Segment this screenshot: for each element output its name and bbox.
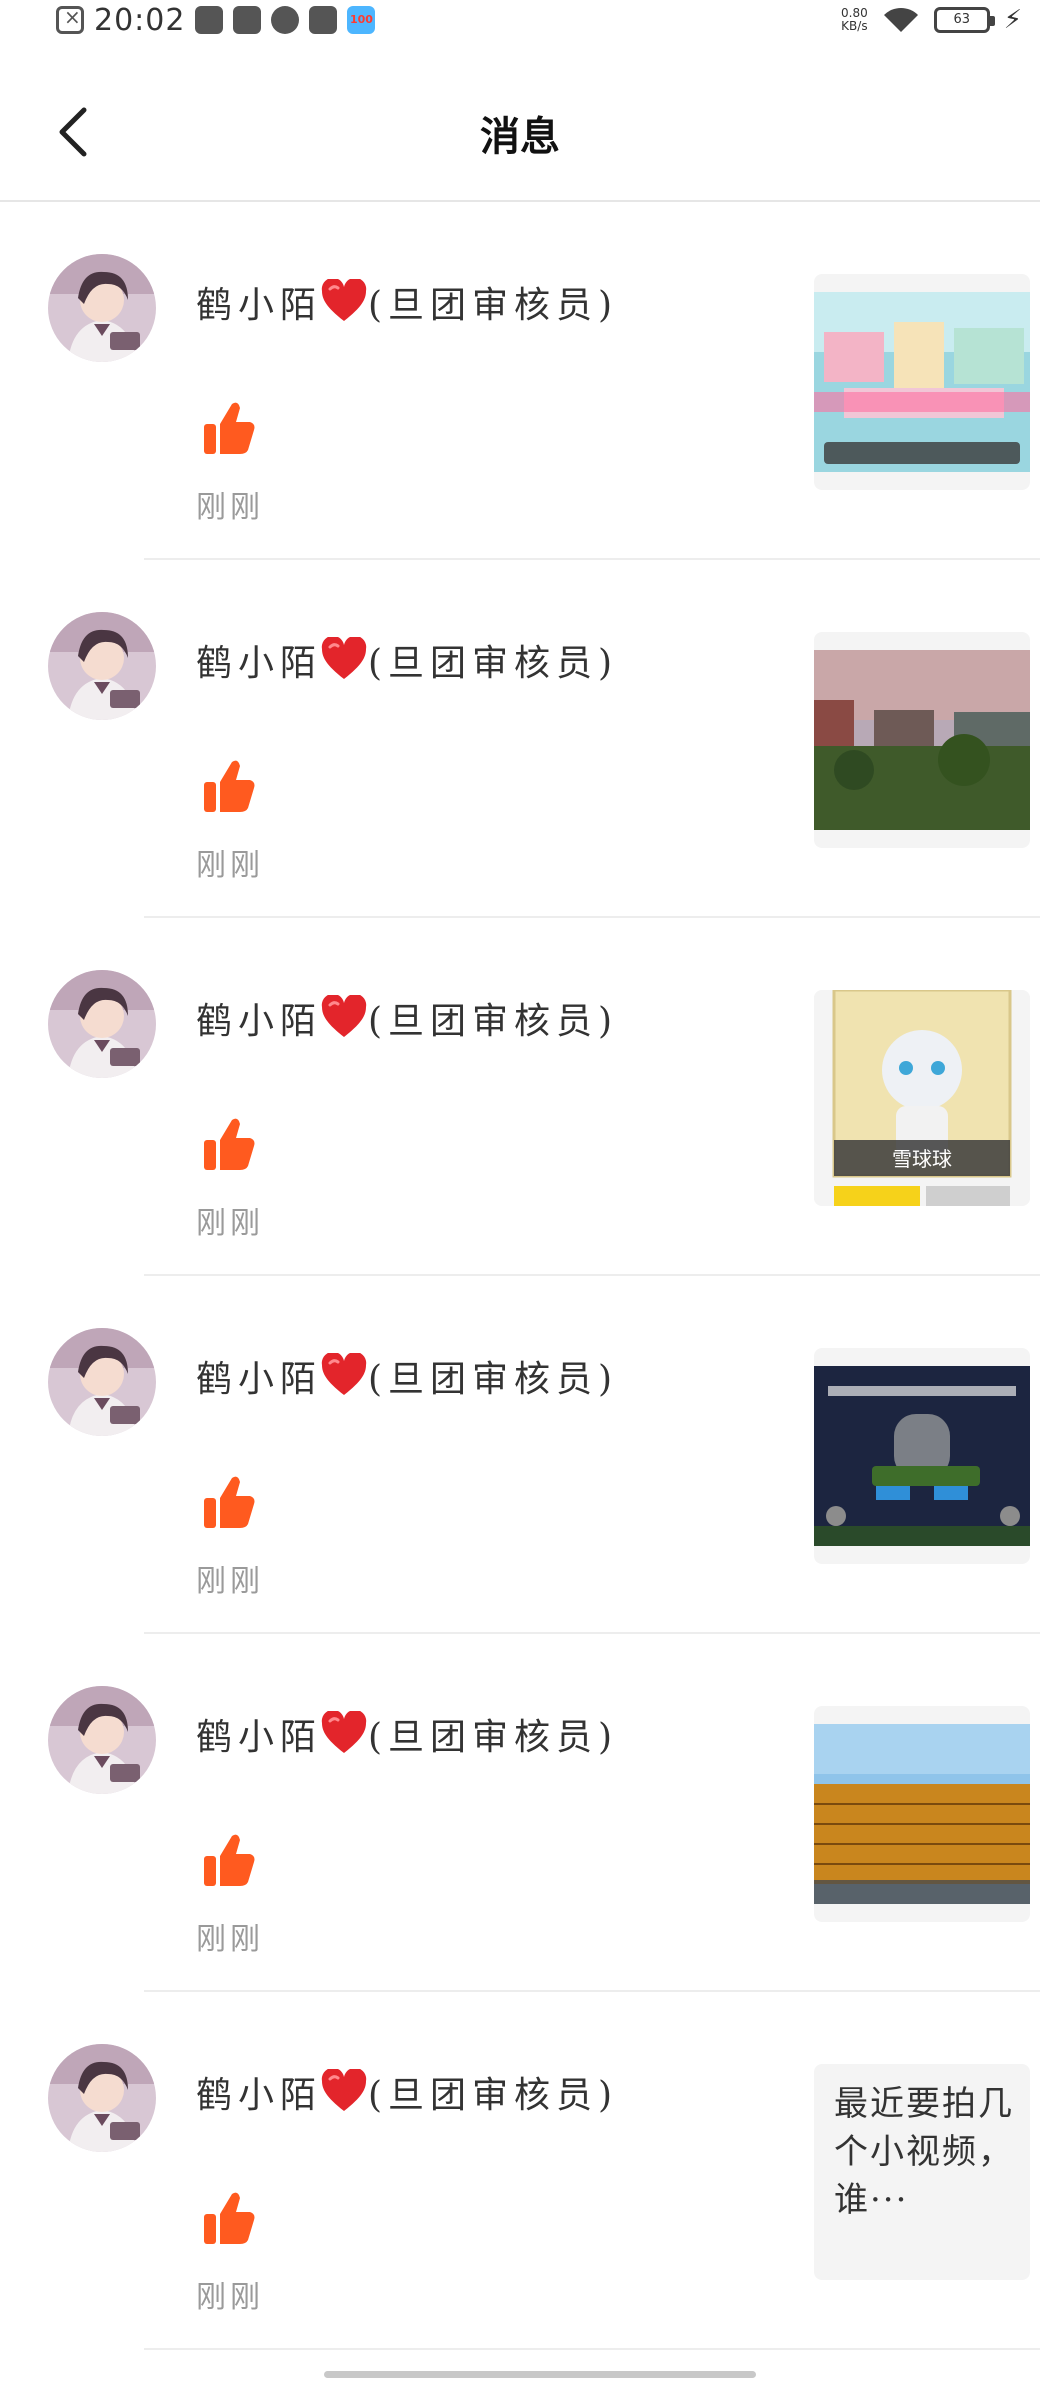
sender-name[interactable]: 鹤小陌 (旦团审核员): [196, 2066, 618, 2118]
notification-close-icon: [56, 5, 84, 34]
preview-caption: 雪球球: [892, 1147, 952, 1171]
sender-username: 鹤小陌: [196, 285, 323, 326]
avatar[interactable]: [48, 612, 156, 720]
charging-icon: ⚡: [1003, 5, 1022, 35]
battery-icon: 63: [933, 7, 995, 33]
heart-icon: [320, 637, 368, 681]
avatar[interactable]: [48, 1686, 156, 1794]
timestamp: 刚刚: [196, 490, 264, 525]
thumbs-up-icon: [202, 758, 256, 814]
timestamp: 刚刚: [196, 2280, 264, 2315]
home-indicator[interactable]: [324, 2371, 756, 2378]
sender-role: (旦团审核员): [368, 2075, 619, 2116]
preview-image: 雪球球: [814, 990, 1030, 1206]
sender-name[interactable]: 鹤小陌 (旦团审核员): [196, 1708, 618, 1760]
sender-role: (旦团审核员): [368, 1359, 619, 1400]
thumbs-up-icon: [202, 1832, 256, 1888]
network-speed: 0.80 KB/s: [841, 7, 868, 33]
avatar[interactable]: [48, 2044, 156, 2152]
network-speed-unit: KB/s: [841, 19, 868, 33]
divider: [144, 2348, 1040, 2350]
timestamp: 刚刚: [196, 1922, 264, 1957]
heart-icon: [320, 2069, 368, 2113]
avatar[interactable]: [48, 970, 156, 1078]
thumbs-up-icon: [202, 1474, 256, 1530]
list-item[interactable]: 鹤小陌 (旦团审核员) 刚刚 最近要拍几个小视频，谁···: [0, 1992, 1040, 2350]
heart-icon: [320, 1353, 368, 1397]
status-bar: 20:02 100 0.80 KB/s 63 ⚡: [0, 0, 1040, 40]
book-icon: [233, 6, 262, 34]
post-preview[interactable]: 雪球球: [814, 990, 1030, 1206]
battery-level: 63: [953, 12, 970, 27]
sender-username: 鹤小陌: [196, 1001, 323, 1042]
sender-role: (旦团审核员): [368, 1001, 619, 1042]
score-app-icon: 100: [347, 6, 376, 34]
post-preview[interactable]: [814, 274, 1030, 490]
timestamp: 刚刚: [196, 848, 264, 883]
wifi-icon: [883, 7, 918, 32]
heart-icon: [320, 279, 368, 323]
list-item[interactable]: 鹤小陌 (旦团审核员) 刚刚: [0, 1634, 1040, 1992]
avatar[interactable]: [48, 1328, 156, 1436]
sender-role: (旦团审核员): [368, 285, 619, 326]
thumbs-up-icon: [202, 400, 256, 456]
timestamp: 刚刚: [196, 1206, 264, 1241]
play-icon: [309, 6, 338, 34]
thumbs-up-icon: [202, 1116, 256, 1172]
preview-image: [814, 292, 1030, 472]
status-time: 20:02: [94, 2, 186, 38]
app-notification-icon: [195, 6, 224, 34]
sender-username: 鹤小陌: [196, 1717, 323, 1758]
post-preview[interactable]: [814, 1348, 1030, 1564]
post-preview[interactable]: [814, 632, 1030, 848]
sender-name[interactable]: 鹤小陌 (旦团审核员): [196, 992, 618, 1044]
message-list: 鹤小陌 (旦团审核员) 刚刚 鹤小陌 (旦团审核员) 刚刚 鹤小陌 (旦团审核员…: [0, 202, 1040, 2350]
timestamp: 刚刚: [196, 1564, 264, 1599]
heart-icon: [320, 1711, 368, 1755]
compass-icon: [271, 6, 300, 34]
avatar[interactable]: [48, 254, 156, 362]
preview-image: [814, 1366, 1030, 1546]
heart-icon: [320, 995, 368, 1039]
sender-name[interactable]: 鹤小陌 (旦团审核员): [196, 634, 618, 686]
list-item[interactable]: 鹤小陌 (旦团审核员) 刚刚: [0, 560, 1040, 918]
post-preview[interactable]: 最近要拍几个小视频，谁···: [814, 2064, 1030, 2280]
thumbs-up-icon: [202, 2190, 256, 2246]
page-title: 消息: [480, 113, 560, 160]
preview-image: [814, 650, 1030, 830]
nav-header: 消息: [0, 60, 1040, 202]
preview-text: 最近要拍几个小视频，谁···: [834, 2084, 1014, 2220]
preview-image: [814, 1724, 1030, 1904]
sender-name[interactable]: 鹤小陌 (旦团审核员): [196, 276, 618, 328]
sender-role: (旦团审核员): [368, 1717, 619, 1758]
sender-name[interactable]: 鹤小陌 (旦团审核员): [196, 1350, 618, 1402]
sender-username: 鹤小陌: [196, 1359, 323, 1400]
list-item[interactable]: 鹤小陌 (旦团审核员) 刚刚 雪球球: [0, 918, 1040, 1276]
sender-username: 鹤小陌: [196, 643, 323, 684]
post-preview[interactable]: [814, 1706, 1030, 1922]
sender-role: (旦团审核员): [368, 643, 619, 684]
list-item[interactable]: 鹤小陌 (旦团审核员) 刚刚: [0, 1276, 1040, 1634]
list-item[interactable]: 鹤小陌 (旦团审核员) 刚刚: [0, 202, 1040, 560]
sender-username: 鹤小陌: [196, 2075, 323, 2116]
